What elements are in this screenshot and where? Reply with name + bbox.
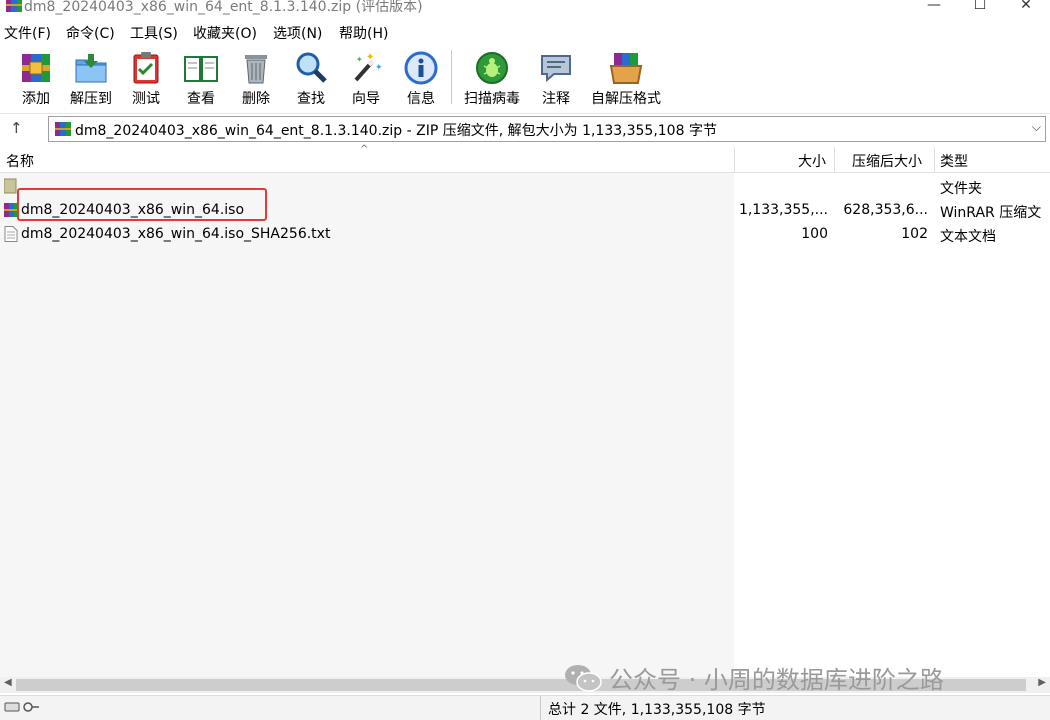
magic-wand-icon: ✦ ✦ ✦ [354, 52, 383, 82]
row-type: WinRAR 压缩文 [940, 205, 1042, 221]
search-icon [296, 52, 327, 83]
sfx-button[interactable]: 自解压格式 [586, 46, 666, 108]
svg-text:✦: ✦ [375, 63, 383, 73]
up-arrow-icon[interactable]: ↑ [10, 119, 23, 137]
column-packed-size[interactable]: 压缩后大小 [852, 151, 922, 171]
scroll-right-icon[interactable]: ▶ [1038, 677, 1046, 688]
menu-file[interactable]: 文件(F) [4, 23, 51, 43]
row-size: 100 [801, 226, 828, 242]
extract-folder-icon [75, 54, 107, 83]
address-row: ↑ dm8_20240403_x86_win_64_ent_8.1.3.140.… [0, 113, 1050, 146]
type-column-bg [934, 172, 1050, 677]
test-clipboard-icon [133, 52, 159, 84]
status-summary: 总计 2 文件, 1,133,355,108 字节 [548, 702, 766, 718]
row-packed-size: 628,353,6... [843, 202, 928, 218]
drive-key-icon [4, 702, 39, 712]
column-type[interactable]: 类型 [940, 151, 968, 171]
info-label: 信息 [407, 91, 435, 107]
table-row-sha256[interactable]: dm8_20240403_x86_win_64.iso_SHA256.txt 1… [0, 222, 1050, 246]
sort-ascending-icon: ^ [360, 144, 369, 155]
view-book-icon [184, 56, 218, 82]
close-button[interactable]: ✕ [1003, 0, 1049, 14]
find-button[interactable]: 查找 [290, 46, 332, 108]
wizard-label: 向导 [352, 91, 380, 107]
maximize-button[interactable]: ☐ [957, 0, 1003, 14]
window-title: dm8_20240403_x86_win_64_ent_8.1.3.140.zi… [24, 0, 423, 15]
packed-column-bg [834, 172, 934, 677]
status-bar: 总计 2 文件, 1,133,355,108 字节 [0, 695, 1050, 720]
row-name: dm8_20240403_x86_win_64.iso_SHA256.txt [21, 226, 331, 242]
comment-button[interactable]: 注释 [536, 46, 576, 108]
column-name[interactable]: 名称 [6, 151, 34, 171]
column-divider[interactable] [934, 147, 935, 172]
wechat-icon [565, 665, 602, 692]
winrar-app-icon [6, 0, 22, 12]
row-size: 1,133,355,... [738, 202, 828, 218]
size-column-bg [734, 172, 834, 677]
file-list[interactable]: ^ 名称 大小 压缩后大小 类型 文件夹 dm8_20240403_x86_wi… [0, 144, 1050, 677]
wizard-button[interactable]: ✦ ✦ ✦ 向导 [346, 46, 386, 108]
svg-text:✦: ✦ [356, 55, 363, 64]
menu-commands[interactable]: 命令(C) [66, 23, 115, 43]
test-button[interactable]: 测试 [126, 46, 166, 108]
virus-scan-label: 扫描病毒 [464, 91, 520, 107]
watermark-text: 公众号 · 小周的数据库进阶之路 [609, 666, 944, 694]
scroll-left-icon[interactable]: ◀ [4, 677, 12, 688]
row-type: 文本文档 [940, 229, 996, 245]
menu-bar: 文件(F) 命令(C) 工具(S) 收藏夹(O) 选项(N) 帮助(H) [0, 20, 1050, 44]
zip-archive-icon [55, 122, 71, 136]
comment-label: 注释 [542, 91, 570, 107]
menu-help[interactable]: 帮助(H) [339, 23, 388, 43]
column-header: ^ 名称 大小 压缩后大小 类型 [0, 144, 1050, 173]
add-archive-icon [22, 54, 50, 82]
add-button[interactable]: 添加 [14, 46, 58, 108]
delete-button[interactable]: 删除 [236, 46, 276, 108]
add-label: 添加 [22, 91, 50, 107]
column-divider[interactable] [734, 147, 735, 172]
extract-to-label: 解压到 [70, 91, 112, 107]
row-packed-size: 102 [901, 226, 928, 242]
info-button[interactable]: 信息 [400, 46, 442, 108]
menu-options[interactable]: 选项(N) [273, 23, 322, 43]
winrar-archive-icon [4, 203, 18, 217]
title-bar: dm8_20240403_x86_win_64_ent_8.1.3.140.zi… [0, 0, 1050, 16]
chevron-down-icon[interactable]: ⌵ [1032, 120, 1041, 135]
view-label: 查看 [187, 91, 215, 107]
highlight-box [17, 188, 267, 221]
trash-icon [245, 55, 267, 84]
comment-icon [541, 55, 571, 83]
minimize-button[interactable]: — [911, 0, 957, 14]
text-file-icon [4, 226, 18, 242]
archive-path: dm8_20240403_x86_win_64_ent_8.1.3.140.zi… [75, 123, 717, 139]
svg-text:✦: ✦ [366, 52, 374, 63]
sfx-box-icon [609, 53, 643, 84]
view-button[interactable]: 查看 [178, 46, 224, 108]
menu-tools[interactable]: 工具(S) [130, 23, 178, 43]
menu-favorites[interactable]: 收藏夹(O) [193, 23, 257, 43]
column-size[interactable]: 大小 [798, 151, 826, 171]
info-icon [404, 51, 438, 85]
virus-scan-button[interactable]: 扫描病毒 [460, 46, 524, 108]
virus-scan-icon [476, 52, 508, 84]
toolbar: 添加 解压到 测试 查看 删除 查找 ✦ ✦ ✦ 向导 信息 扫描病毒 注释 自… [0, 46, 1050, 110]
column-divider[interactable] [834, 147, 835, 172]
folder-up-icon [4, 178, 17, 194]
row-type: 文件夹 [940, 181, 982, 197]
toolbar-separator [451, 50, 452, 104]
test-label: 测试 [132, 91, 160, 107]
delete-label: 删除 [242, 91, 270, 107]
sfx-label: 自解压格式 [591, 91, 661, 107]
find-label: 查找 [297, 91, 325, 107]
extract-to-button[interactable]: 解压到 [66, 46, 116, 108]
address-bar[interactable]: dm8_20240403_x86_win_64_ent_8.1.3.140.zi… [48, 116, 1046, 142]
status-divider [540, 696, 541, 720]
